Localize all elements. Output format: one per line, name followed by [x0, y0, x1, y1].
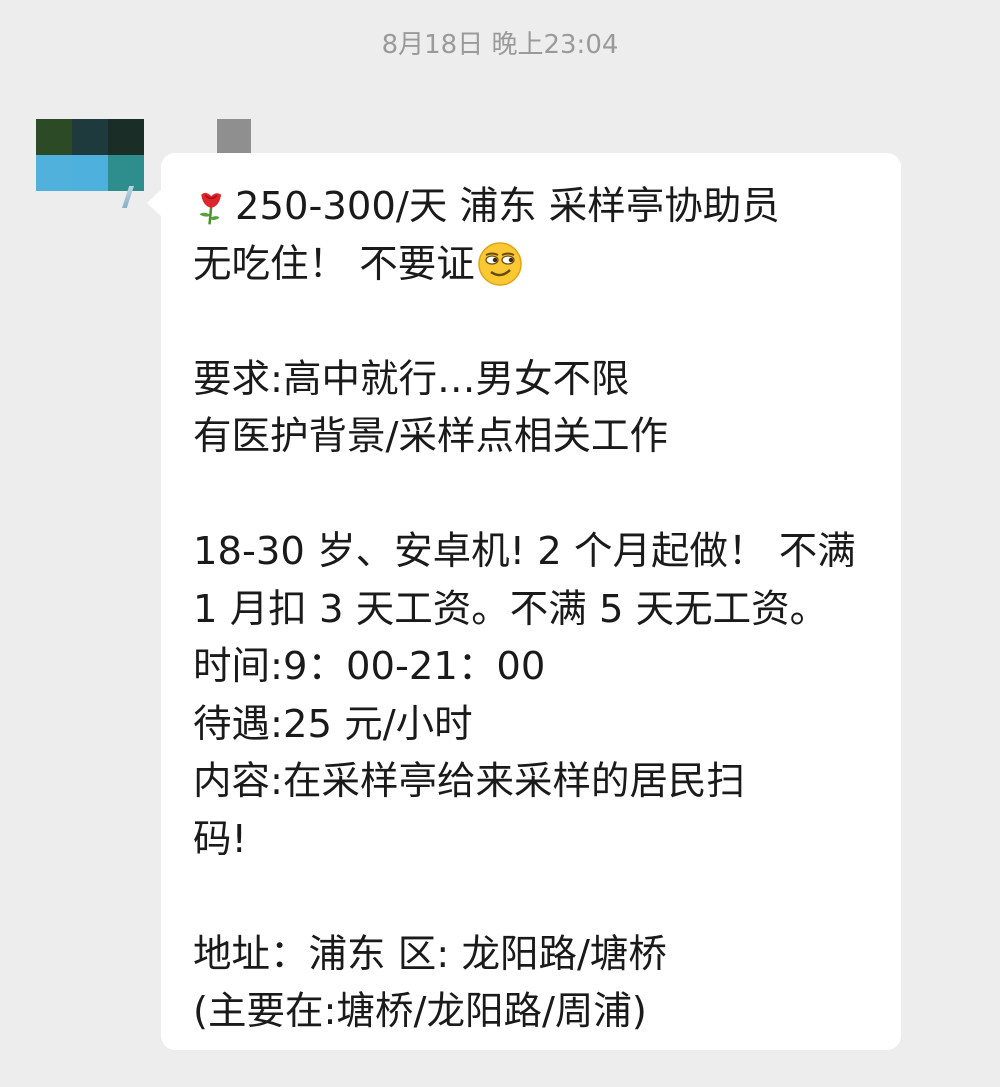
message-line: 1 月扣 3 天工资。不满 5 天无工资。	[193, 581, 893, 639]
message-line-text: 1 月扣 3 天工资。不满 5 天无工资。	[193, 586, 829, 632]
rose-emoji	[199, 192, 222, 225]
message-line-text: 地址：浦东 区: 龙阳路/塘桥	[193, 931, 667, 977]
avatar-tile	[108, 119, 144, 155]
message-line: 要求:高中就行…男女不限	[193, 351, 893, 409]
message-line-text: 250-300/天 浦东 采样亭协助员	[235, 184, 780, 229]
avatar-tile	[72, 119, 108, 155]
message-line-text: 18-30 岁、安卓机! 2 个月起做！ 不满	[193, 529, 856, 574]
message-line: 待遇:25 元/小时	[193, 696, 893, 754]
avatar-tile	[36, 119, 72, 155]
message-line-text: 要求:高中就行…男女不限	[193, 356, 630, 402]
message-line-text: 无吃住！ 不要证	[193, 241, 475, 287]
smirk-face-emoji	[478, 242, 522, 286]
message-line-text: 时间:9：00-21：00	[193, 644, 546, 689]
message-line: 250-300/天 浦东 采样亭协助员	[193, 178, 893, 236]
sender-avatar[interactable]	[36, 119, 144, 191]
sender-name-redacted	[217, 119, 251, 155]
message-line-text: 码!	[193, 816, 247, 862]
message-line-text: (主要在:塘桥/龙阳路/周浦)	[193, 989, 647, 1034]
timestamp: 8月18日 晚上23:04	[381, 30, 619, 60]
message-line-text: 有医护背景/采样点相关工作	[193, 414, 668, 459]
avatar-tile	[108, 155, 144, 191]
avatar-tile	[36, 155, 72, 191]
message-line-text: 内容:在采样亭给来采样的居民扫	[193, 759, 745, 804]
message-line: 时间:9：00-21：00	[193, 638, 893, 696]
message-line: 地址：浦东 区: 龙阳路/塘桥	[193, 926, 893, 984]
message-line: 有医护背景/采样点相关工作	[193, 408, 893, 466]
avatar-tile	[72, 155, 108, 191]
message-line: 内容:在采样亭给来采样的居民扫	[193, 753, 893, 811]
message-line-text: 待遇:25 元/小时	[193, 701, 473, 747]
message-line: 无吃住！ 不要证	[193, 236, 893, 294]
message-line: (主要在:塘桥/龙阳路/周浦)	[193, 983, 893, 1041]
message-line: 码!	[193, 811, 893, 869]
message-text[interactable]: 250-300/天 浦东 采样亭协助员 无吃住！ 不要证 要求:高中就行…男女不…	[193, 178, 893, 1041]
message-line: 18-30 岁、安卓机! 2 个月起做！ 不满	[193, 523, 893, 581]
